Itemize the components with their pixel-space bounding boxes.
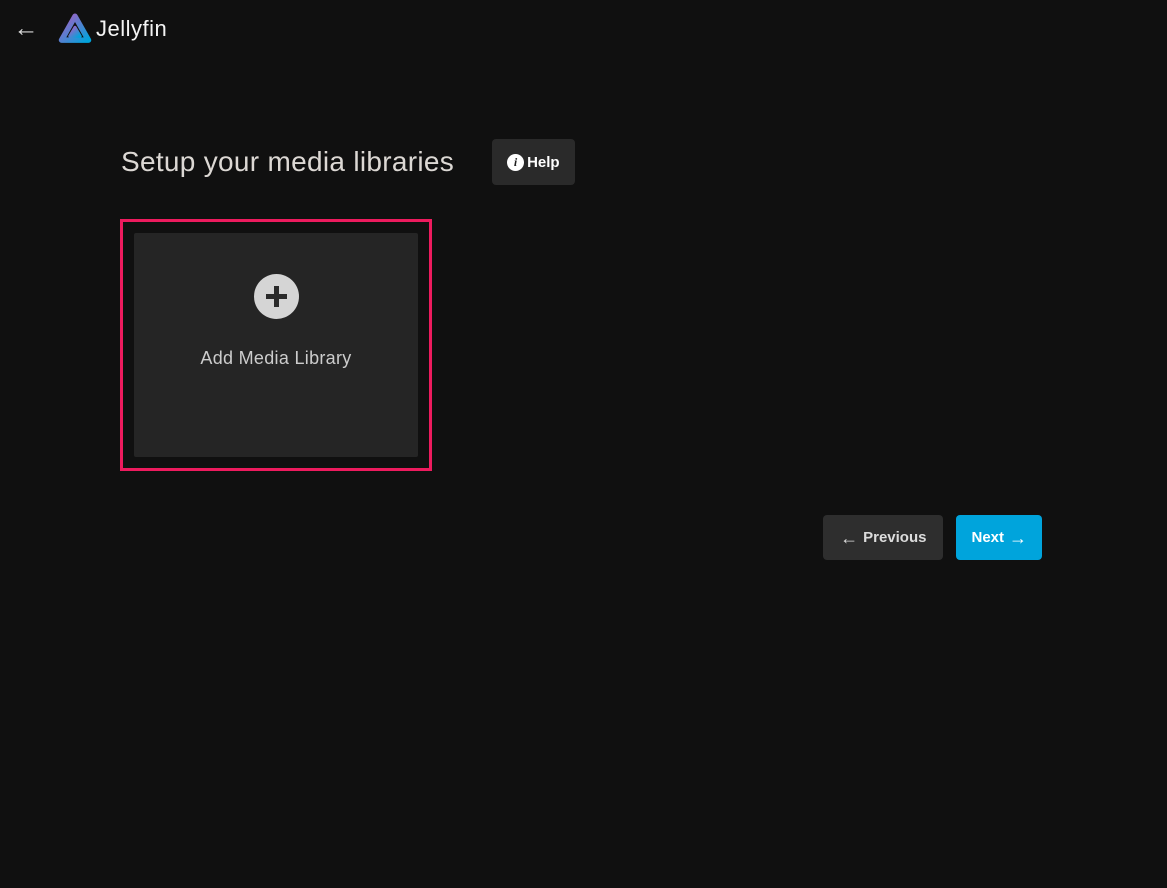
- library-card-focus-frame: Add Media Library: [120, 219, 432, 471]
- title-row: Setup your media libraries i Help: [121, 139, 575, 185]
- add-card-label: Add Media Library: [200, 348, 351, 369]
- back-arrow-icon: ←: [14, 16, 39, 41]
- arrow-right-icon: →: [1009, 529, 1027, 547]
- app-name: Jellyfin: [96, 16, 167, 42]
- plus-icon: [254, 274, 299, 319]
- arrow-left-icon: ←: [840, 529, 858, 547]
- previous-button-label: Previous: [863, 529, 926, 546]
- help-button-label: Help: [527, 154, 560, 171]
- page-title: Setup your media libraries: [121, 146, 454, 178]
- help-button[interactable]: i Help: [492, 139, 575, 185]
- wizard-nav: ← Previous Next →: [823, 515, 1042, 560]
- next-button[interactable]: Next →: [956, 515, 1042, 560]
- info-icon: i: [507, 154, 524, 171]
- next-button-label: Next: [971, 529, 1004, 546]
- back-button[interactable]: ←: [11, 13, 41, 43]
- add-media-library-card[interactable]: Add Media Library: [134, 233, 418, 457]
- header: ← Jellyfin: [0, 0, 1167, 58]
- previous-button[interactable]: ← Previous: [823, 515, 943, 560]
- jellyfin-logo-icon: [56, 10, 94, 48]
